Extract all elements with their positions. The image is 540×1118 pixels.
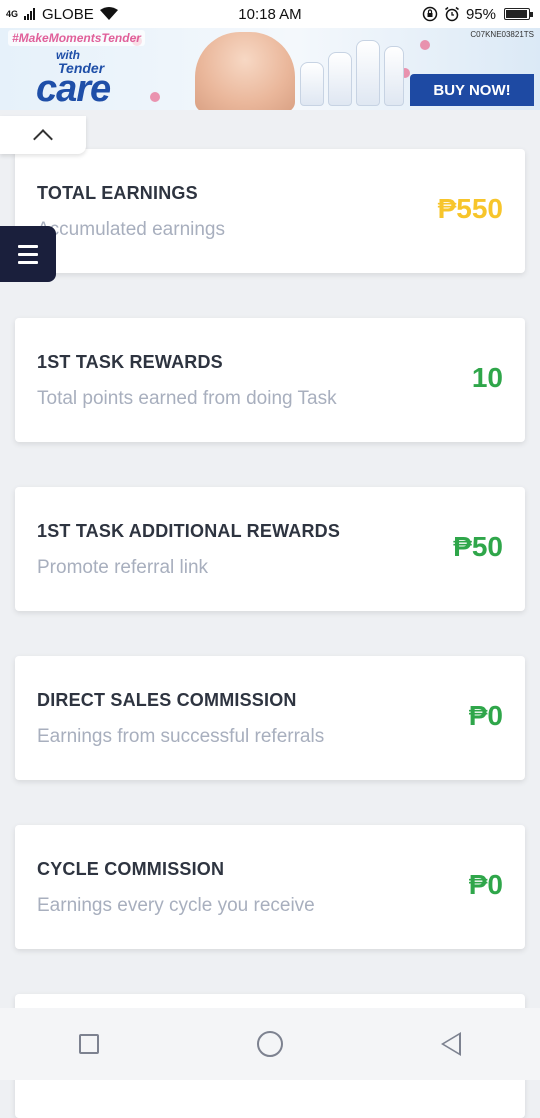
earnings-card-task-rewards: 1ST TASK REWARDS Total points earned fro… (15, 318, 525, 442)
carrier-name: GLOBE (42, 5, 94, 23)
heart-decoration (150, 92, 160, 102)
card-title: DIRECT SALES COMMISSION (37, 690, 297, 710)
wifi-icon (99, 7, 118, 20)
earnings-card-cycle: CYCLE COMMISSION Earnings every cycle yo… (15, 825, 525, 949)
card-title: 1ST TASK REWARDS (37, 352, 223, 372)
menu-button[interactable] (0, 226, 56, 282)
earnings-card-additional-rewards: 1ST TASK ADDITIONAL REWARDS Promote refe… (15, 487, 525, 611)
hamburger-menu-icon (18, 244, 38, 248)
ad-product-image (356, 40, 380, 106)
status-right: 95% (422, 5, 533, 23)
card-title: CYCLE COMMISSION (37, 859, 225, 879)
card-title: TOTAL EARNINGS (37, 183, 198, 203)
earnings-card-total: TOTAL EARNINGS Accumulated earnings ₱550 (15, 149, 525, 273)
signal-icon (24, 8, 36, 20)
hamburger-menu-icon (18, 260, 38, 264)
ad-brand-logo: care (36, 68, 111, 110)
battery-percent: 95% (465, 5, 496, 23)
card-value: ₱0 (468, 869, 503, 900)
battery-level (506, 10, 527, 18)
earnings-card-direct-sales: DIRECT SALES COMMISSION Earnings from su… (15, 656, 525, 780)
alarm-icon (445, 6, 459, 22)
card-value: 10 (471, 362, 503, 393)
card-value: ₱550 (437, 193, 503, 224)
recent-apps-square-icon[interactable] (79, 1034, 99, 1054)
battery-icon (504, 8, 533, 20)
card-title: 1ST TASK ADDITIONAL REWARDS (37, 521, 341, 541)
heart-decoration (420, 40, 430, 50)
ad-baby-image (195, 32, 295, 110)
ad-product-image (300, 62, 324, 106)
ad-product-image (328, 52, 352, 106)
ad-tagline: #MakeMomentsTender (8, 30, 145, 46)
card-value: ₱0 (468, 700, 503, 731)
android-nav-bar (0, 1008, 540, 1080)
card-subtitle: Total points earned from doing Task (37, 388, 337, 409)
network-type: 4G (6, 8, 19, 19)
back-triangle-icon[interactable] (441, 1032, 461, 1056)
card-subtitle: Earnings from successful referrals (37, 726, 325, 747)
ad-product-image (384, 46, 404, 106)
ad-code: C07KNE03821TS (470, 30, 534, 39)
chevron-up-icon (33, 129, 53, 149)
lock-rotation-icon (422, 6, 438, 22)
card-subtitle: Promote referral link (37, 557, 209, 578)
ad-buy-now-button[interactable]: BUY NOW! (410, 74, 534, 106)
hamburger-menu-icon (18, 252, 38, 256)
status-left: 4G GLOBE (6, 6, 118, 23)
card-subtitle: Accumulated earnings (37, 219, 225, 240)
card-subtitle: Earnings every cycle you receive (37, 895, 315, 916)
collapse-button[interactable] (0, 116, 86, 154)
home-circle-icon[interactable] (257, 1031, 283, 1057)
ad-banner[interactable]: #MakeMomentsTender with Tender care C07K… (0, 28, 540, 110)
card-value: ₱50 (453, 531, 503, 562)
status-bar: 4G GLOBE 10:18 AM 95% (0, 0, 540, 28)
